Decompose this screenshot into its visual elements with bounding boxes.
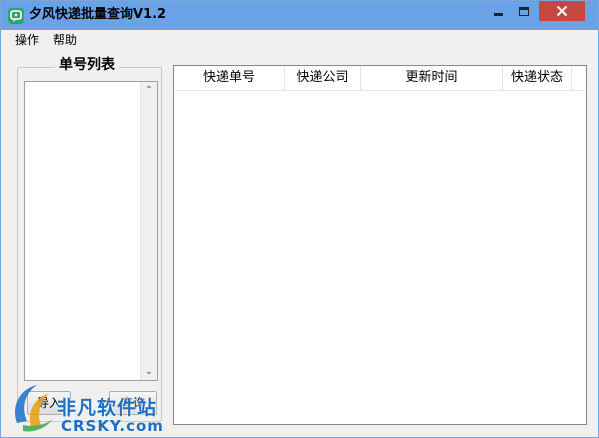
watermark: 非凡软件站 CRSKY.com xyxy=(9,379,169,437)
watermark-en-text: CRSKY.com xyxy=(61,417,164,435)
minimize-icon xyxy=(493,13,503,16)
watermark-logo-icon xyxy=(15,385,53,432)
scroll-down-icon[interactable]: ⌄ xyxy=(141,363,157,380)
app-icon xyxy=(8,8,24,24)
menu-item-help[interactable]: 帮助 xyxy=(53,32,77,48)
maximize-icon xyxy=(519,6,529,16)
app-window: 夕风快递批量查询V1.2 操作 帮助 单号列表 ⌃ ⌄ 导入 查询 快递单号 快… xyxy=(0,0,599,438)
vertical-scrollbar[interactable]: ⌃ ⌄ xyxy=(140,82,157,380)
column-header-courier-company[interactable]: 快递公司 xyxy=(285,66,361,90)
title-bar[interactable]: 夕风快递批量查询V1.2 xyxy=(1,1,598,30)
group-title: 单号列表 xyxy=(55,56,119,74)
column-header-update-time[interactable]: 更新时间 xyxy=(361,66,503,90)
minimize-button[interactable] xyxy=(485,1,511,21)
close-icon xyxy=(556,5,568,17)
menu-bar: 操作 帮助 xyxy=(2,30,598,50)
maximize-button[interactable] xyxy=(511,1,537,21)
close-button[interactable] xyxy=(539,1,585,21)
column-header-status[interactable]: 快递状态 xyxy=(503,66,572,90)
window-title: 夕风快递批量查询V1.2 xyxy=(29,7,167,22)
watermark-cn-text: 非凡软件站 xyxy=(57,397,158,419)
scroll-up-icon[interactable]: ⌃ xyxy=(141,82,157,99)
results-table[interactable]: 快递单号 快递公司 更新时间 快递状态 xyxy=(173,65,587,425)
table-header: 快递单号 快递公司 更新时间 快递状态 xyxy=(174,66,586,91)
column-header-tracking-number[interactable]: 快递单号 xyxy=(174,66,285,90)
menu-item-operate[interactable]: 操作 xyxy=(15,32,39,48)
tracking-number-input[interactable]: ⌃ ⌄ xyxy=(24,81,158,381)
